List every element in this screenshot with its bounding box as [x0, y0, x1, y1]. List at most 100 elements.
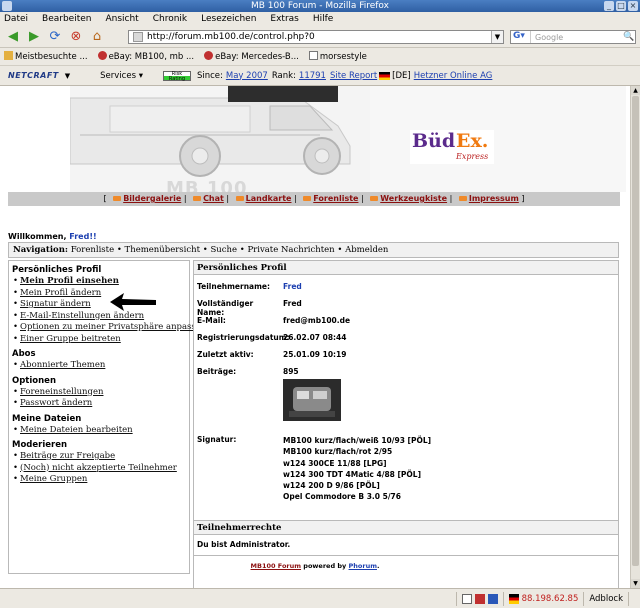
risk-rating-bar: Risk Rating: [162, 70, 191, 81]
search-icon[interactable]: 🔍: [623, 32, 635, 42]
menu-item[interactable]: Abonnierte Themen: [12, 360, 186, 372]
adblock-cell[interactable]: Adblock: [583, 591, 628, 606]
menu-item[interactable]: Meine Dateien bearbeiten: [12, 425, 186, 437]
site-logo: MB 100: [166, 178, 248, 192]
reload-icon[interactable]: ⟳: [47, 29, 63, 45]
sponsor-logo-left: Büd: [412, 130, 456, 152]
page-footer: MB100 Forum powered by Phorum.: [250, 562, 380, 570]
menu-edit[interactable]: Bearbeiten: [42, 14, 91, 24]
window-title: MB 100 Forum - Mozilla Firefox: [250, 1, 389, 11]
host-link[interactable]: Hetzner Online AG: [414, 71, 493, 81]
maximize-icon[interactable]: □: [616, 1, 626, 11]
forward-icon[interactable]: ▶: [26, 29, 42, 45]
security-icon[interactable]: [474, 593, 485, 604]
nav-private-messages[interactable]: Private Nachrichten: [247, 245, 334, 255]
search-box[interactable]: G▾ Google 🔍: [510, 30, 636, 44]
link-arrow-icon: [458, 196, 467, 201]
back-icon[interactable]: ◀: [5, 29, 21, 45]
link-forum-list[interactable]: Forenliste: [313, 194, 358, 203]
link-chat[interactable]: Chat: [203, 194, 224, 203]
signature-block: MB100 kurz/flach/weiß 10/93 [PÖL] MB100 …: [283, 435, 431, 503]
since-link[interactable]: May 2007: [226, 71, 268, 81]
netcraft-dropdown-icon[interactable]: ▼: [65, 72, 70, 80]
menu-file[interactable]: Datei: [4, 14, 28, 24]
menu-item[interactable]: Optionen zu meiner Privatsphäre anpassen: [12, 322, 206, 334]
rights-heading: Teilnehmerrechte: [194, 521, 618, 535]
netcraft-status-icon[interactable]: [487, 593, 498, 604]
signature-line: Opel Commodore B 3.0 5/76: [283, 492, 401, 502]
home-icon[interactable]: ⌂: [89, 29, 105, 45]
netcraft-logo[interactable]: NETCRAFT: [8, 71, 59, 80]
stop-icon[interactable]: ⊗: [68, 29, 84, 45]
search-input[interactable]: Google: [531, 33, 623, 42]
menu-item[interactable]: Foreneinstellungen: [12, 387, 186, 399]
close-icon[interactable]: ×: [628, 1, 638, 11]
link-arrow-icon: [113, 196, 122, 201]
adblock-label[interactable]: Adblock: [589, 592, 623, 606]
arrow-annotation-icon: [110, 293, 156, 311]
avatar: [283, 379, 341, 421]
welcome-message: Willkommen, Fred!!: [8, 232, 97, 241]
site-report-link[interactable]: Site Report: [330, 71, 377, 81]
ip-address: 88.198.62.85: [521, 593, 579, 604]
bookmark-ebay-mercedes[interactable]: eBay: Mercedes-B...: [204, 51, 299, 62]
nav-topic-overview[interactable]: Themenübersicht: [125, 245, 200, 255]
menu-view[interactable]: Ansicht: [105, 14, 138, 24]
menu-tools[interactable]: Extras: [270, 14, 298, 24]
menu-bookmarks[interactable]: Lesezeichen: [201, 14, 256, 24]
scroll-up-icon[interactable]: ▲: [631, 86, 640, 95]
link-imprint[interactable]: Impressum: [469, 194, 519, 203]
bookmark-most-visited[interactable]: Meistbesuchte ...: [4, 51, 88, 62]
vertical-scrollbar[interactable]: ▲ ▼: [630, 86, 640, 588]
bookmark-ebay-mb100[interactable]: eBay: MB100, mb ...: [97, 51, 194, 62]
popup-icon[interactable]: [461, 593, 472, 604]
menu-item[interactable]: Mein Profil ändern: [12, 288, 186, 300]
menu-item[interactable]: Beiträge zur Freigabe: [12, 451, 186, 463]
signature-line: w124 300 TDT 4Matic 4/88 [PÖL]: [283, 469, 421, 479]
minimize-icon[interactable]: _: [604, 1, 614, 11]
link-map[interactable]: Landkarte: [246, 194, 292, 203]
menu-bar: Datei Bearbeiten Ansicht Chronik Lesezei…: [0, 12, 640, 26]
germany-flag-icon: [379, 71, 391, 80]
menu-history[interactable]: Chronik: [153, 14, 187, 24]
url-dropdown-icon[interactable]: ▼: [491, 31, 503, 43]
link-gallery[interactable]: Bildergalerie: [123, 194, 181, 203]
menu-item[interactable]: Passwort ändern: [12, 398, 186, 410]
link-toolbox[interactable]: Werkzeugkiste: [380, 194, 447, 203]
address-bar[interactable]: http://forum.mb100.de/control.php?0 ▼: [128, 30, 504, 44]
footer-forum-link[interactable]: MB100 Forum: [251, 562, 302, 570]
nav-search[interactable]: Suche: [210, 245, 237, 255]
rank-link[interactable]: 11791: [299, 71, 326, 81]
menu-item[interactable]: Einer Gruppe beitreten: [12, 334, 186, 346]
menu-item[interactable]: E-Mail-Einstellungen ändern: [12, 311, 186, 323]
page-icon: [308, 51, 318, 60]
folder-icon: [4, 51, 13, 60]
url-text[interactable]: http://forum.mb100.de/control.php?0: [147, 32, 315, 42]
menu-help[interactable]: Hilfe: [313, 14, 333, 24]
menu-item[interactable]: Mein Profil einsehen: [12, 276, 186, 288]
resize-grip-icon[interactable]: [628, 591, 640, 606]
ebay-icon: [97, 51, 107, 60]
nav-forum-list[interactable]: Forenliste: [71, 245, 114, 255]
menu-item[interactable]: (Noch) nicht akzeptierte Teilnehmer: [12, 463, 186, 475]
menu-item[interactable]: Meine Gruppen: [12, 474, 186, 486]
signature-line: w124 200 D 9/86 [PÖL]: [283, 481, 380, 491]
bookmark-morsestyle[interactable]: morsestyle: [308, 51, 367, 62]
netcraft-toolbar: NETCRAFT ▼ Services ▾ Risk Rating Since:…: [0, 66, 640, 86]
menu-item[interactable]: Signatur ändern: [12, 299, 186, 311]
scroll-down-icon[interactable]: ▼: [631, 579, 640, 588]
top-links-strip: [ Bildergalerie | Chat | Landkarte | For…: [8, 192, 620, 206]
window-titlebar: MB 100 Forum - Mozilla Firefox _ □ ×: [0, 0, 640, 12]
flag-icon: [508, 593, 519, 604]
status-bar: 88.198.62.85 Adblock: [0, 588, 640, 608]
footer-phorum-link[interactable]: Phorum: [349, 562, 377, 570]
menu-section-title: Abos: [12, 349, 36, 359]
link-arrow-icon: [370, 196, 379, 201]
sponsor-logo[interactable]: Büd Ex. Express: [410, 130, 494, 164]
netcraft-services[interactable]: Services ▾: [100, 71, 143, 81]
scroll-thumb[interactable]: [632, 96, 639, 566]
nav-logout[interactable]: Abmelden: [345, 245, 388, 255]
search-engine-icon[interactable]: G▾: [511, 31, 531, 43]
window-menu-icon[interactable]: [2, 1, 12, 11]
menu-section-title: Moderieren: [12, 440, 68, 450]
